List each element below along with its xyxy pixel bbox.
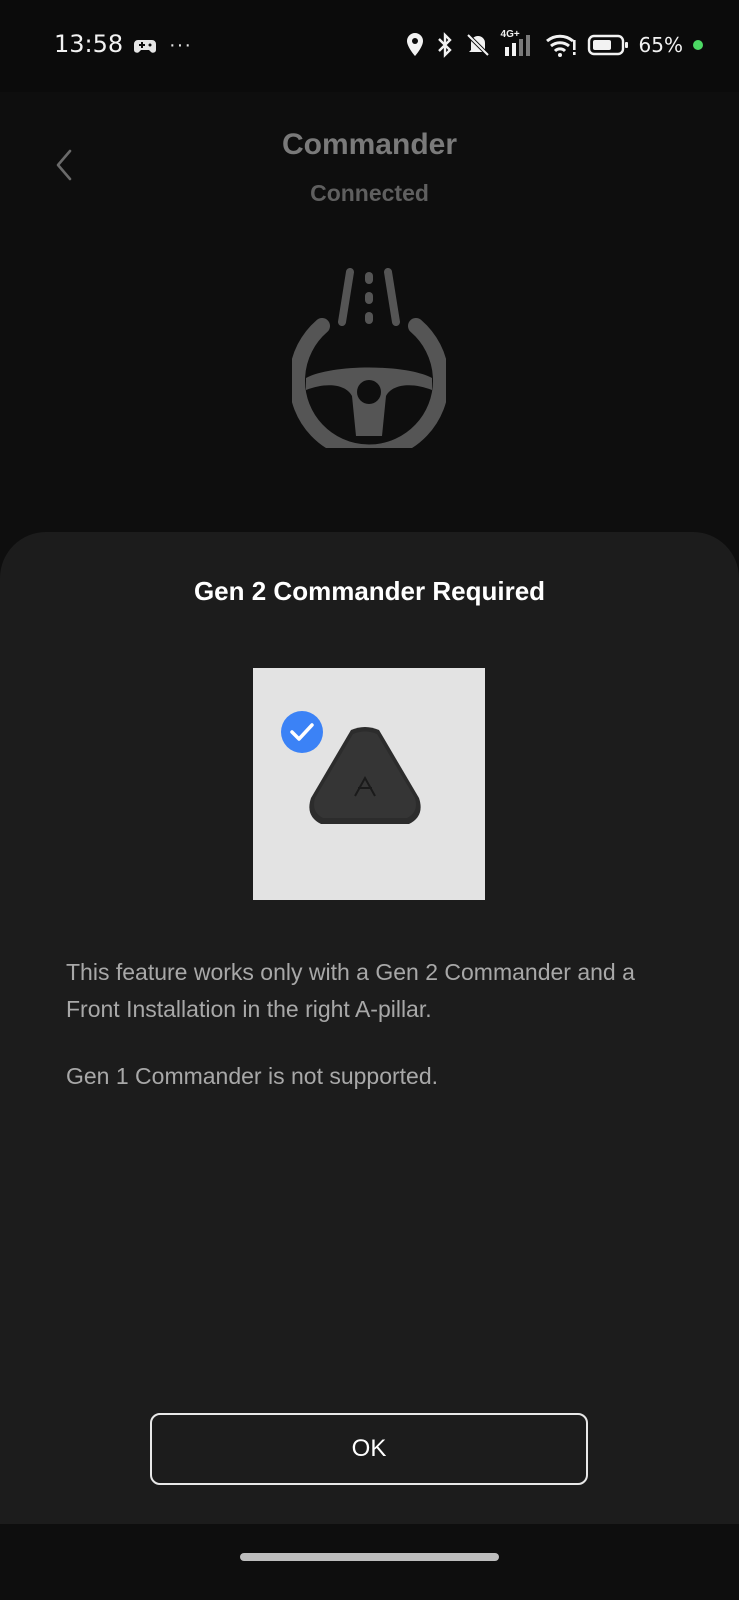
status-left-icons: ··· [133,34,192,57]
battery-percentage: 65% [638,33,683,57]
status-right-icons: 4G+ 65% [405,29,703,58]
privacy-indicator-dot [693,40,703,50]
status-bar: 13:58 ··· 4G+ 65% [0,0,739,92]
status-time: 13:58 [54,30,124,58]
page-title: Commander [281,128,458,161]
connection-status: Connected [310,180,429,206]
navigation-bar [0,1524,739,1600]
bottom-sheet-dialog: Gen 2 Commander Required This feature wo… [0,532,739,1524]
ok-button[interactable]: OK [150,1413,588,1485]
product-image [253,668,485,900]
commander-device-icon [309,727,421,824]
home-indicator[interactable] [240,1553,499,1561]
bell-muted-icon [466,33,489,57]
dialog-note: Gen 1 Commander is not supported. [66,1063,439,1089]
dialog-description: This feature works only with a Gen 2 Com… [66,959,635,1022]
more-notifications-icon: ··· [169,34,192,56]
wifi-icon [545,34,576,57]
game-controller-icon [134,39,156,53]
dialog-title: Gen 2 Commander Required [193,576,546,606]
signal-icon: 4G+ [501,29,535,58]
battery-icon [587,34,628,56]
steering-wheel-icon [292,268,446,448]
bluetooth-icon [437,32,452,58]
location-icon [406,33,423,56]
